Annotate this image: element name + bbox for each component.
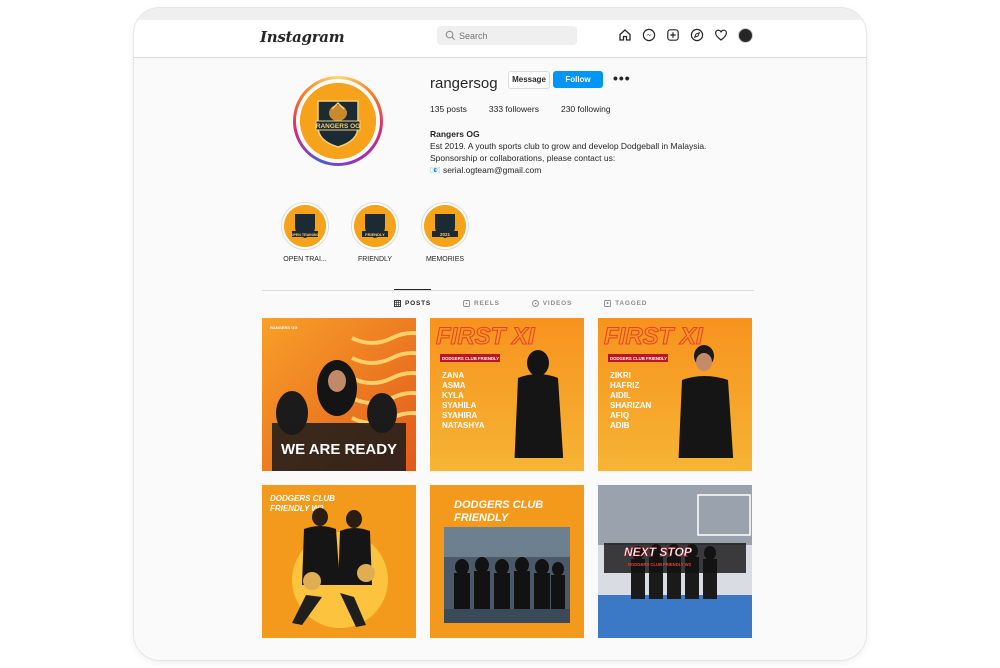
post-title: WE ARE READY — [281, 441, 397, 458]
post-title: FIRST XI — [604, 323, 704, 350]
highlight-item[interactable]: 2021 MEMORIES — [420, 202, 470, 263]
tab-label: POSTS — [405, 300, 432, 307]
post-name: SYAHILA — [442, 401, 477, 410]
post-top-label: RANGERS OG — [270, 325, 297, 330]
browser-top-strip — [134, 8, 866, 20]
bio-line: Est 2019. A youth sports club to grow an… — [430, 141, 707, 151]
post-name: AIDIL — [610, 391, 631, 400]
svg-text:FRIENDLY: FRIENDLY — [365, 232, 385, 237]
post-title-2: FRIENDLY — [454, 512, 510, 524]
instagram-logo[interactable]: Instagram — [260, 28, 345, 46]
highlight-label: MEMORIES — [425, 256, 465, 263]
profile-picture-border: RANGERS OG — [296, 79, 380, 163]
post-thumbnail[interactable]: NEXT STOP DODGERS CLUB FRIENDLY W2 — [598, 485, 752, 638]
tab-videos[interactable]: VIDEOS — [531, 294, 573, 307]
profile-tabs: POSTS REELS VIDEOS TAGGED — [394, 289, 647, 307]
explore-icon[interactable] — [689, 27, 705, 43]
post-thumbnail[interactable]: FIRST XI DODGERS CLUB FRIENDLY ZIKRI HAF… — [598, 318, 752, 471]
post-name: KYLA — [442, 391, 464, 400]
bio-name: Rangers OG — [430, 129, 480, 139]
posts-count: 135 posts — [430, 104, 467, 114]
profile-username: rangersog — [430, 75, 498, 92]
tab-label: TAGGED — [615, 300, 648, 307]
profile-picture: RANGERS OG — [300, 83, 376, 159]
posts-grid: RANGERS OG WE ARE READY FIRST XI DODGERS… — [262, 318, 752, 638]
messenger-icon[interactable] — [641, 27, 657, 43]
post-title: FIRST XI — [436, 323, 536, 350]
post-subtitle: DODGERS CLUB FRIENDLY W2 — [628, 562, 692, 567]
avatar — [737, 27, 753, 43]
grid-icon — [394, 300, 401, 307]
post-thumbnail[interactable]: FIRST XI DODGERS CLUB FRIENDLY ZANA ASMA… — [430, 318, 584, 471]
post-name: ASMA — [442, 381, 466, 390]
highlight-image: OPEN TRAINING — [284, 205, 326, 247]
post-title: DODGERS CLUB — [270, 494, 335, 503]
highlight-image: FRIENDLY — [354, 205, 396, 247]
post-thumbnail[interactable]: DODGERS CLUB FRIENDLY W2 — [262, 485, 416, 638]
search-box[interactable] — [437, 26, 577, 45]
search-icon — [445, 30, 456, 41]
post-name: SHARIZAN — [610, 401, 652, 410]
post-subtitle: DODGERS CLUB FRIENDLY — [442, 356, 499, 361]
post-name: ZANA — [442, 371, 464, 380]
highlight-circle: OPEN TRAINING — [281, 202, 329, 250]
bio-line: Sponsorship or collaborations, please co… — [430, 153, 616, 163]
message-button[interactable]: Message — [508, 71, 550, 89]
nav-icons — [617, 27, 753, 43]
heart-icon[interactable] — [713, 27, 729, 43]
profile-picture-ring[interactable]: RANGERS OG — [293, 76, 383, 166]
profile-bio: Rangers OG Est 2019. A youth sports club… — [430, 128, 730, 176]
highlight-image: 2021 — [424, 205, 466, 247]
post-name: NATASHYA — [442, 421, 485, 430]
reels-icon — [463, 300, 470, 307]
tagged-icon — [604, 300, 612, 307]
rangers-og-logo: RANGERS OG — [300, 83, 376, 159]
highlight-circle: 2021 — [421, 202, 469, 250]
browser-frame: Instagram Search RANGERS OG rangersog Me… — [134, 8, 866, 660]
svg-text:OPEN TRAINING: OPEN TRAINING — [291, 233, 320, 237]
post-name: AFIQ — [610, 411, 629, 420]
svg-text:2021: 2021 — [440, 232, 451, 237]
following-count[interactable]: 230 following — [561, 104, 611, 114]
highlight-item[interactable]: OPEN TRAINING OPEN TRAI... — [280, 202, 330, 263]
post-name: HAFRIZ — [610, 381, 639, 390]
post-subtitle: DODGERS CLUB FRIENDLY — [610, 356, 667, 361]
tabs-divider — [262, 290, 754, 291]
post-name: ZIKRI — [610, 371, 631, 380]
highlight-label: OPEN TRAI... — [283, 256, 327, 263]
highlight-item[interactable]: FRIENDLY FRIENDLY — [350, 202, 400, 263]
more-options-icon[interactable]: ••• — [613, 70, 631, 86]
followers-count[interactable]: 333 followers — [489, 104, 539, 114]
tab-label: REELS — [474, 300, 500, 307]
post-title: NEXT STOP — [624, 545, 693, 559]
post-thumbnail[interactable]: DODGERS CLUB FRIENDLY — [430, 485, 584, 638]
tab-posts[interactable]: POSTS — [394, 289, 432, 307]
top-navbar: Instagram — [134, 20, 866, 58]
tab-reels[interactable]: REELS — [463, 294, 500, 307]
post-name: ADIB — [610, 421, 630, 430]
bio-email: 📧 serial.ogteam@gmail.com — [430, 165, 542, 175]
tab-label: VIDEOS — [542, 300, 573, 307]
search-input[interactable] — [459, 26, 569, 45]
home-icon[interactable] — [617, 27, 633, 43]
follow-button[interactable]: Follow — [553, 71, 603, 88]
tab-tagged[interactable]: TAGGED — [604, 294, 647, 307]
profile-avatar[interactable] — [737, 27, 753, 43]
highlight-label: FRIENDLY — [357, 256, 393, 263]
post-name: SYAHIRA — [442, 411, 477, 420]
post-thumbnail[interactable]: RANGERS OG WE ARE READY — [262, 318, 416, 471]
video-icon — [531, 300, 539, 307]
profile-stats: 135 posts 333 followers 230 following — [430, 104, 611, 114]
story-highlights: OPEN TRAINING OPEN TRAI... FRIENDLY FRIE… — [280, 202, 470, 263]
logo-text: RANGERS OG — [316, 123, 360, 130]
highlight-circle: FRIENDLY — [351, 202, 399, 250]
post-title: DODGERS CLUB — [454, 499, 543, 511]
new-post-icon[interactable] — [665, 27, 681, 43]
